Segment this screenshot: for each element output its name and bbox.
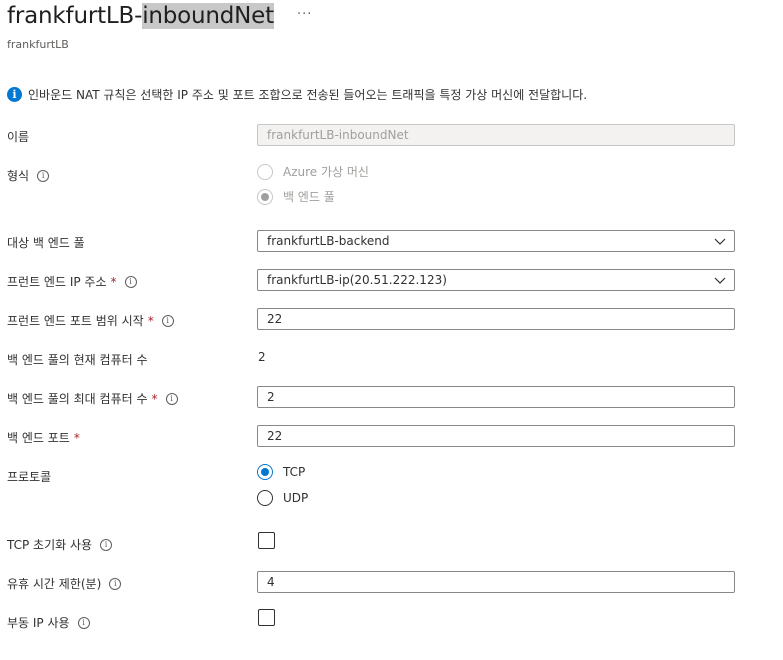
radio-circle-icon [257, 188, 273, 205]
type-radio-backend-pool: 백 엔드 풀 [257, 188, 335, 205]
frontend-ip-label-text: 프런트 엔드 IP 주소 [7, 275, 107, 289]
type-info-icon[interactable]: i [37, 169, 50, 182]
floating-ip-info-icon[interactable]: i [77, 616, 90, 629]
frontend-ip-info-icon[interactable]: i [124, 275, 137, 288]
target-pool-dropdown[interactable]: frankfurtLB-backend [257, 230, 735, 252]
type-label: 형식 i [7, 167, 50, 184]
page-subtitle: frankfurtLB [7, 38, 69, 51]
max-count-value: 2 [267, 390, 275, 404]
page-title-prefix: frankfurtLB- [7, 3, 143, 29]
target-pool-value: frankfurtLB-backend [267, 234, 390, 248]
info-text: 인바운드 NAT 규칙은 선택한 IP 주소 및 포트 조합으로 전송된 들어오… [28, 88, 588, 102]
page-title: frankfurtLB-inboundNet [7, 3, 274, 29]
idle-timeout-label: 유휴 시간 제한(분) i [7, 575, 122, 592]
frontend-ip-value: frankfurtLB-ip(20.51.222.123) [267, 273, 447, 287]
protocol-radio-udp-label: UDP [283, 491, 309, 505]
current-count-value: 2 [258, 350, 266, 364]
name-label-text: 이름 [7, 130, 30, 144]
frontend-port-label: 프런트 엔드 포트 범위 시작 * i [7, 312, 174, 329]
radio-dot-icon [261, 468, 269, 476]
radio-circle-icon [257, 163, 273, 180]
max-count-label-text: 백 엔드 풀의 최대 컴퓨터 수 [7, 392, 148, 406]
current-count-label-text: 백 엔드 풀의 현재 컴퓨터 수 [7, 353, 148, 367]
idle-timeout-info-icon[interactable]: i [109, 577, 122, 590]
max-count-input[interactable]: 2 [257, 386, 735, 408]
protocol-label-text: 프로토콜 [7, 470, 52, 484]
idle-timeout-label-text: 유휴 시간 제한(분) [7, 577, 102, 591]
page-title-highlight: inboundNet [142, 3, 274, 29]
current-count-label: 백 엔드 풀의 현재 컴퓨터 수 [7, 351, 148, 368]
tcp-reset-label-text: TCP 초기화 사용 [7, 538, 93, 552]
type-radio-azure-vm: Azure 가상 머신 [257, 163, 369, 180]
protocol-label: 프로토콜 [7, 468, 51, 485]
tcp-reset-checkbox[interactable] [258, 532, 275, 549]
protocol-radio-udp[interactable]: UDP [257, 490, 308, 506]
floating-ip-label: 부동 IP 사용 i [7, 614, 90, 631]
target-pool-label-text: 대상 백 엔드 풀 [7, 236, 85, 250]
idle-timeout-input[interactable]: 4 [257, 571, 735, 593]
floating-ip-label-text: 부동 IP 사용 [7, 616, 70, 630]
backend-port-value: 22 [267, 429, 283, 443]
chevron-down-icon [714, 277, 726, 284]
tcp-reset-info-icon[interactable]: i [100, 538, 113, 551]
info-banner: i 인바운드 NAT 규칙은 선택한 IP 주소 및 포트 조합으로 전송된 들… [7, 86, 587, 103]
required-mark: * [151, 391, 158, 406]
backend-port-label-text: 백 엔드 포트 [7, 431, 70, 445]
idle-timeout-value: 4 [267, 575, 275, 589]
tcp-reset-label: TCP 초기화 사용 i [7, 536, 113, 553]
info-icon: i [7, 87, 22, 102]
type-label-text: 형식 [7, 169, 30, 183]
required-mark: * [110, 274, 117, 289]
backend-port-input[interactable]: 22 [257, 425, 735, 447]
required-mark: * [73, 430, 80, 445]
max-count-label: 백 엔드 풀의 최대 컴퓨터 수 * i [7, 390, 178, 407]
required-mark: * [147, 313, 154, 328]
protocol-radio-tcp-label: TCP [283, 465, 306, 479]
target-pool-label: 대상 백 엔드 풀 [7, 234, 85, 251]
type-radio-azure-vm-label: Azure 가상 머신 [283, 165, 369, 179]
max-count-info-icon[interactable]: i [165, 392, 178, 405]
frontend-port-label-text: 프런트 엔드 포트 범위 시작 [7, 314, 144, 328]
type-radio-backend-pool-label: 백 엔드 풀 [283, 190, 335, 204]
name-field-value: frankfurtLB-inboundNet [267, 128, 409, 142]
radio-circle-icon [257, 490, 273, 506]
frontend-port-value: 22 [267, 312, 283, 326]
frontend-port-input[interactable]: 22 [257, 308, 735, 330]
frontend-ip-label: 프런트 엔드 IP 주소 * i [7, 273, 137, 290]
radio-circle-icon [257, 464, 273, 480]
radio-dot-icon [261, 192, 269, 201]
frontend-port-info-icon[interactable]: i [161, 314, 174, 327]
name-label: 이름 [7, 128, 29, 145]
protocol-radio-tcp[interactable]: TCP [257, 464, 305, 480]
more-options-button[interactable]: ··· [297, 7, 312, 22]
name-field: frankfurtLB-inboundNet [257, 124, 735, 146]
floating-ip-checkbox[interactable] [258, 609, 275, 626]
chevron-down-icon [714, 238, 726, 245]
backend-port-label: 백 엔드 포트 * [7, 429, 80, 446]
frontend-ip-dropdown[interactable]: frankfurtLB-ip(20.51.222.123) [257, 269, 735, 291]
